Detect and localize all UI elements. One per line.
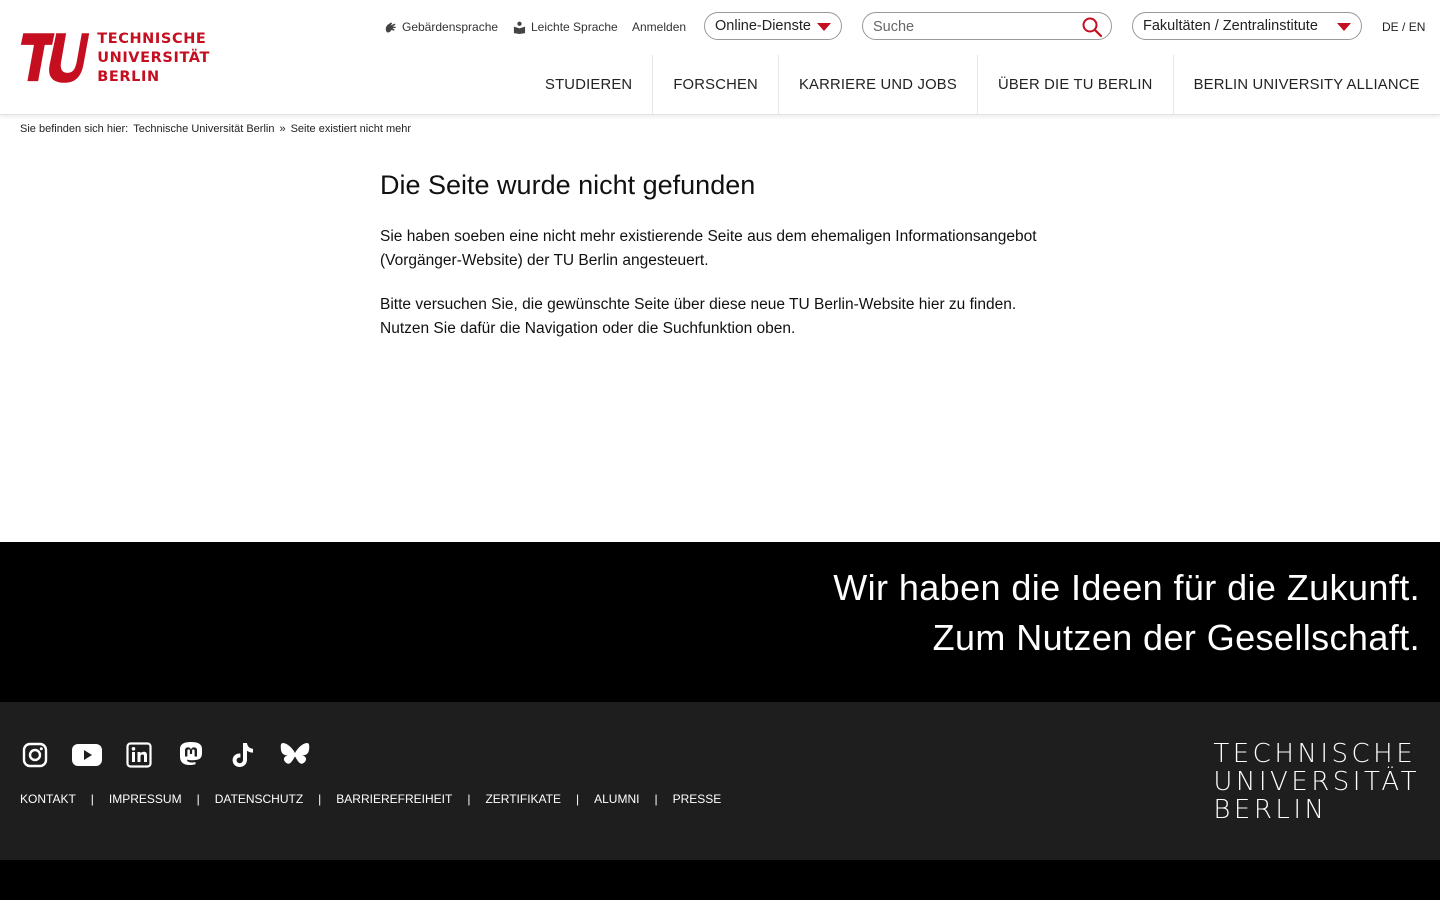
faculties-label: Fakultäten / Zentralinstitute	[1143, 18, 1318, 34]
footer-link-presse[interactable]: PRESSE	[673, 792, 722, 806]
instagram-icon	[22, 742, 48, 768]
language-switcher: DE / EN	[1382, 20, 1425, 34]
claim-line-1: Wir haben die Ideen für die Zukunft.	[833, 567, 1420, 608]
footer-separator: |	[318, 792, 322, 806]
youtube-link[interactable]	[72, 740, 102, 770]
claim-banner: Wir haben die Ideen für die Zukunft. Zum…	[0, 542, 1440, 702]
easy-language-icon	[513, 21, 526, 34]
footer-separator: |	[467, 792, 471, 806]
youtube-icon	[72, 744, 102, 766]
breadcrumb-separator: »	[279, 123, 286, 135]
page-title: Die Seite wurde nicht gefunden	[380, 170, 756, 200]
linkedin-icon	[126, 742, 152, 768]
tiktok-link[interactable]	[228, 740, 258, 770]
breadcrumb-prefix: Sie befinden sich hier:	[20, 123, 129, 135]
lang-en[interactable]: EN	[1409, 20, 1426, 34]
footer-separator: |	[654, 792, 658, 806]
footer-separator: |	[196, 792, 200, 806]
logo-line-3: BERLIN	[97, 68, 160, 85]
search-input[interactable]	[873, 17, 1073, 36]
claim-line-2: Zum Nutzen der Gesellschaft.	[932, 617, 1420, 658]
footer-link-alumni[interactable]: ALUMNI	[594, 792, 639, 806]
footer-wordmark-line-3: BERLIN	[1213, 795, 1328, 825]
site-footer: KONTAKT | IMPRESSUM | DATENSCHUTZ | BARR…	[0, 702, 1440, 860]
footer-link-datenschutz[interactable]: DATENSCHUTZ	[215, 792, 303, 806]
search-icon[interactable]	[1081, 16, 1103, 38]
nav-studieren[interactable]: STUDIEREN	[525, 55, 654, 115]
tiktok-icon	[232, 743, 253, 767]
footer-separator: |	[90, 792, 94, 806]
mastodon-link[interactable]	[176, 740, 206, 770]
content-paragraph-1: Sie haben soeben eine nicht mehr existie…	[380, 228, 1037, 269]
online-services-dropdown[interactable]: Online-Dienste	[704, 12, 842, 40]
lang-de[interactable]: DE	[1382, 20, 1399, 34]
nav-karriere-und-jobs[interactable]: KARRIERE UND JOBS	[779, 55, 978, 115]
footer-wordmark-line-1: TECHNISCHE	[1213, 739, 1417, 769]
footer-wordmark: TECHNISCHE UNIVERSITÄT BERLIN	[1213, 740, 1420, 824]
nav-berlin-university-alliance[interactable]: BERLIN UNIVERSITY ALLIANCE	[1174, 55, 1440, 115]
lang-separator: /	[1402, 20, 1406, 34]
easy-language-label: Leichte Sprache	[531, 20, 618, 34]
footer-wordmark-line-2: UNIVERSITÄT	[1213, 767, 1420, 797]
easy-language-link[interactable]: Leichte Sprache	[513, 20, 618, 34]
breadcrumb-home[interactable]: Technische Universität Berlin	[133, 123, 274, 135]
linkedin-link[interactable]	[124, 740, 154, 770]
footer-link-kontakt[interactable]: KONTAKT	[20, 792, 76, 806]
nav-forschen[interactable]: FORSCHEN	[653, 55, 779, 115]
caret-down-icon	[1337, 23, 1351, 31]
bluesky-icon	[280, 743, 310, 764]
faculties-dropdown[interactable]: Fakultäten / Zentralinstitute	[1132, 12, 1362, 40]
breadcrumb: Sie befinden sich hier: Technische Unive…	[20, 123, 411, 135]
nav-ueber-die-tu-berlin[interactable]: ÜBER DIE TU BERLIN	[978, 55, 1174, 115]
hand-sign-icon	[385, 22, 396, 33]
footer-separator: |	[576, 792, 580, 806]
footer-links: KONTAKT | IMPRESSUM | DATENSCHUTZ | BARR…	[20, 792, 721, 806]
sign-language-link[interactable]: Gebärdensprache	[384, 20, 498, 34]
footer-link-barrierefreiheit[interactable]: BARRIEREFREIHEIT	[336, 792, 452, 806]
instagram-link[interactable]	[20, 740, 50, 770]
main-content: Die Seite wurde nicht gefunden Sie haben…	[380, 170, 1040, 361]
caret-down-icon	[817, 23, 831, 31]
main-navigation: STUDIEREN FORSCHEN KARRIERE UND JOBS ÜBE…	[525, 55, 1440, 115]
social-links	[20, 740, 310, 770]
content-paragraph-2: Bitte versuchen Sie, die gewünschte Seit…	[380, 296, 1017, 337]
online-services-label: Online-Dienste	[715, 18, 811, 34]
breadcrumb-current: Seite existiert nicht mehr	[290, 123, 412, 135]
login-label: Anmelden	[632, 20, 687, 34]
mastodon-icon	[180, 742, 202, 765]
utility-bar: Gebärdensprache Leichte Sprache Anmelden…	[0, 0, 1440, 54]
sign-language-label: Gebärdensprache	[402, 20, 499, 34]
bluesky-link[interactable]	[280, 740, 310, 770]
search-box	[862, 12, 1112, 40]
bottom-bar	[0, 860, 1440, 900]
login-link[interactable]: Anmelden	[632, 20, 686, 34]
footer-link-impressum[interactable]: IMPRESSUM	[109, 792, 182, 806]
footer-link-zertifikate[interactable]: ZERTIFIKATE	[485, 792, 561, 806]
site-header: TECHNISCHE UNIVERSITÄT BERLIN Gebärdensp…	[0, 0, 1440, 115]
